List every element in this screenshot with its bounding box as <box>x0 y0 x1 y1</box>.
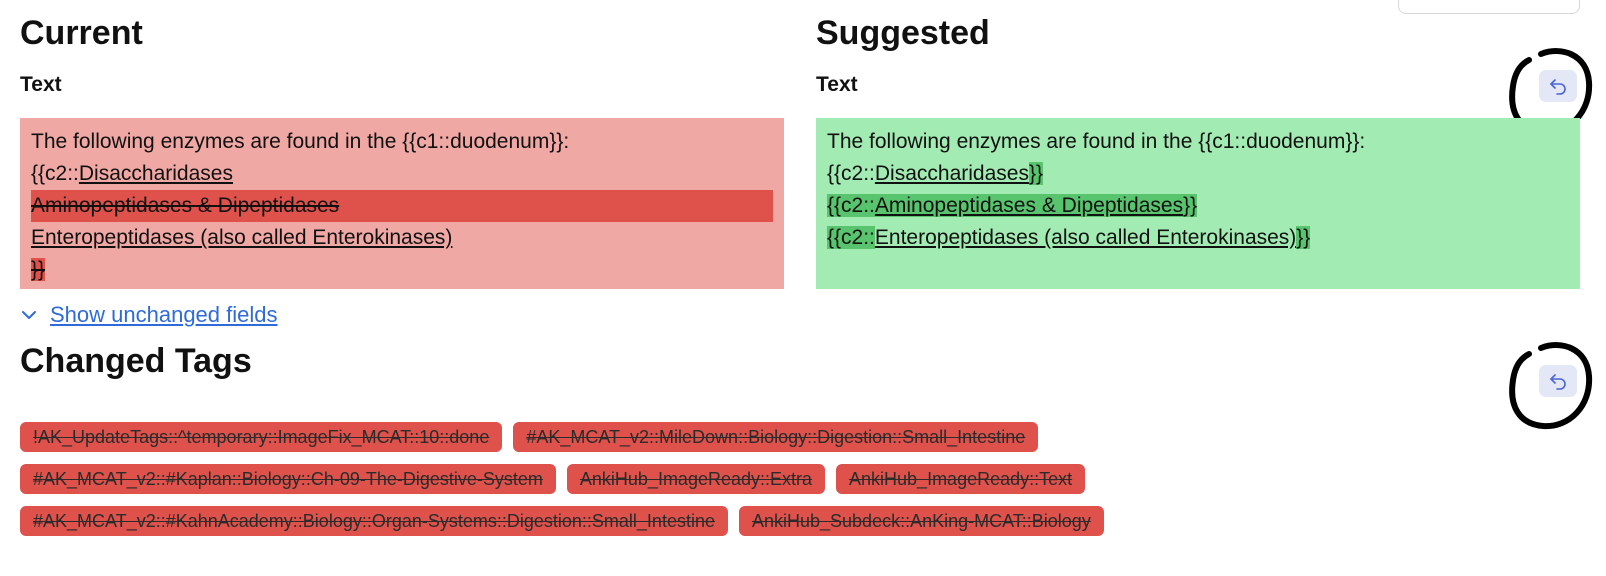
tag-removed: AnkiHub_ImageReady::Text <box>836 464 1086 494</box>
suggested-added-line-3: {{c2::Aminopeptidases & Dipeptidases}} <box>827 194 1198 217</box>
current-link-disaccharidases: Disaccharidases <box>78 162 233 185</box>
suggested-line-3: {{c2::Aminopeptidases & Dipeptidases}} <box>827 190 1569 222</box>
suggested-line-4: {{c2::Enteropeptidases (also called Ente… <box>827 222 1569 254</box>
tag-removed: !AK_UpdateTags::^temporary::ImageFix_MCA… <box>20 422 503 452</box>
current-link-enteropeptidases: Enteropeptidases (also called Enterokina… <box>31 226 453 249</box>
changed-tags-list: !AK_UpdateTags::^temporary::ImageFix_MCA… <box>20 422 1260 536</box>
tag-removed: #AK_MCAT_v2::MileDown::Biology::Digestio… <box>513 422 1039 452</box>
suggested-line-3-prefix: {{c2:: <box>827 194 875 217</box>
changed-tags-heading: Changed Tags <box>20 342 252 380</box>
current-line-5: }} <box>31 254 773 286</box>
revert-text-field-button[interactable] <box>1539 70 1577 102</box>
tag-removed: AnkiHub_Subdeck::AnKing-MCAT::Biology <box>738 506 1104 536</box>
top-input-box[interactable] <box>1398 0 1580 14</box>
chevron-down-icon <box>22 311 36 319</box>
suggested-link-enteropeptidases: Enteropeptidases (also called Enterokina… <box>874 226 1297 249</box>
current-removed-close-brace: }} <box>31 258 46 281</box>
suggested-line-1: The following enzymes are found in the {… <box>827 130 1366 153</box>
revert-undo-icon <box>1550 79 1566 95</box>
show-unchanged-fields-link[interactable]: Show unchanged fields <box>50 302 278 328</box>
current-line-2: {{c2::Disaccharidases <box>31 158 773 190</box>
tag-removed: #AK_MCAT_v2::#KahnAcademy::Biology::Orga… <box>20 506 728 536</box>
suggested-line-2-prefix: {{c2:: <box>827 162 875 185</box>
current-line-4: Enteropeptidases (also called Enterokina… <box>31 222 773 254</box>
suggested-added-brace-2: }} <box>1296 226 1311 249</box>
show-unchanged-fields-toggle[interactable]: Show unchanged fields <box>20 302 278 328</box>
suggested-line-3-suffix: }} <box>1183 194 1198 217</box>
suggested-line-2: {{c2::Disaccharidases}} <box>827 158 1569 190</box>
current-heading: Current <box>20 14 143 52</box>
current-removed-line: Aminopeptidases & Dipeptidases <box>31 190 773 222</box>
tag-removed: AnkiHub_ImageReady::Extra <box>566 464 826 494</box>
current-field-label: Text <box>20 73 62 96</box>
revert-undo-icon <box>1550 374 1566 390</box>
revert-tags-button[interactable] <box>1539 365 1577 397</box>
suggested-link-disaccharidases: Disaccharidases <box>874 162 1029 185</box>
current-line-1: The following enzymes are found in the {… <box>31 130 570 153</box>
tag-removed: #AK_MCAT_v2::#Kaplan::Biology::Ch-09-The… <box>20 464 556 494</box>
suggested-added-brace-1: }} <box>1028 162 1043 185</box>
current-text-panel: The following enzymes are found in the {… <box>20 118 784 289</box>
suggested-link-aminopeptidases: Aminopeptidases & Dipeptidases <box>874 194 1184 217</box>
suggested-heading: Suggested <box>816 14 990 52</box>
suggested-line-4-prefix: {{c2:: <box>827 226 875 249</box>
current-line-2-prefix: {{c2:: <box>31 162 79 185</box>
suggested-text-panel: The following enzymes are found in the {… <box>816 118 1580 289</box>
current-removed-text: Aminopeptidases & Dipeptidases <box>31 194 340 217</box>
suggested-field-label: Text <box>816 73 858 96</box>
